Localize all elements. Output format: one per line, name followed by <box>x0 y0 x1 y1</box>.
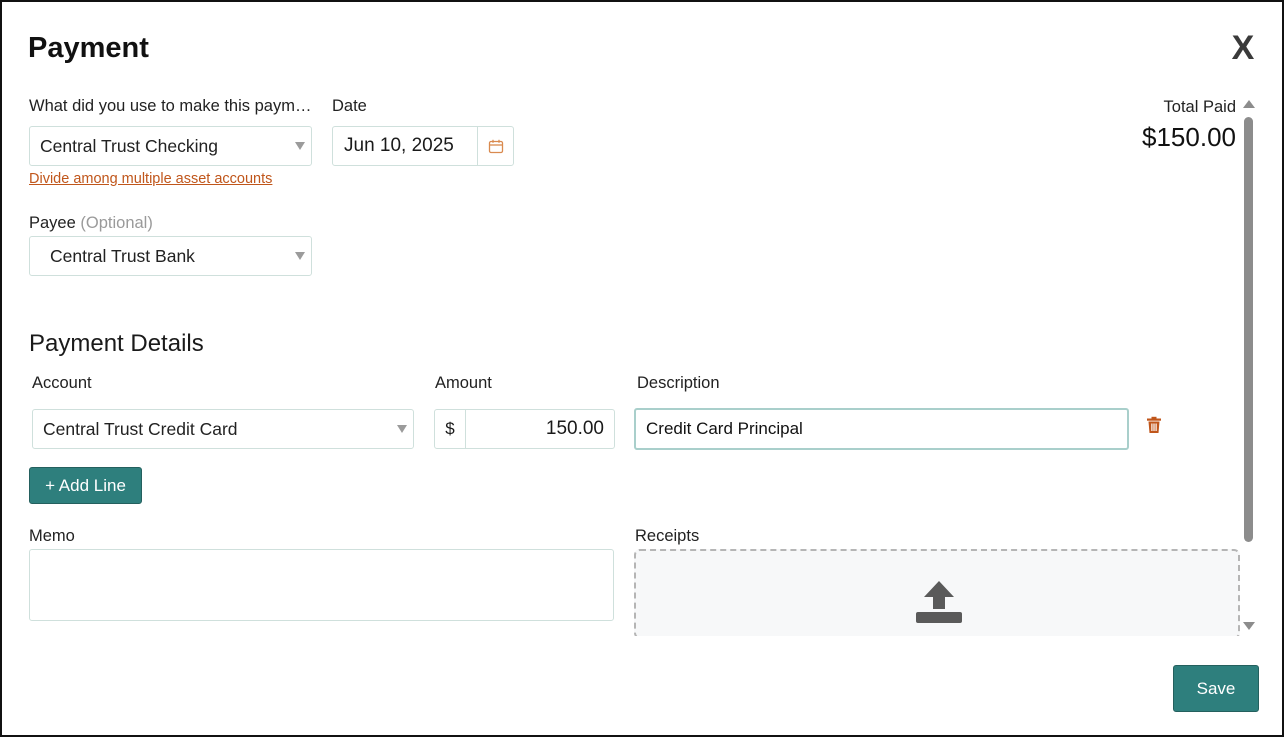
date-label: Date <box>332 97 367 115</box>
line-description-input[interactable]: Credit Card Principal <box>634 408 1129 450</box>
chevron-down-icon <box>397 425 407 433</box>
payee-label-text: Payee <box>29 214 76 232</box>
payment-details-title: Payment Details <box>29 330 204 357</box>
scrollbar-thumb[interactable] <box>1244 117 1253 542</box>
payment-dialog: Payment X What did you use to make this … <box>0 0 1284 737</box>
memo-label: Memo <box>29 527 75 545</box>
receipts-dropzone[interactable] <box>634 549 1240 639</box>
dialog-title: Payment <box>28 32 149 64</box>
date-value: Jun 10, 2025 <box>344 135 454 156</box>
chevron-down-icon <box>295 142 305 150</box>
line-account-select[interactable]: Central Trust Credit Card <box>32 409 414 449</box>
date-field[interactable]: Jun 10, 2025 <box>332 126 514 166</box>
line-amount-field[interactable]: $ 150.00 <box>434 409 615 449</box>
payee-optional-text: (Optional) <box>80 214 153 232</box>
currency-symbol: $ <box>435 410 466 448</box>
scroll-up-icon[interactable] <box>1243 100 1255 108</box>
close-icon[interactable]: X <box>1226 30 1260 66</box>
total-paid-value: $150.00 <box>1142 122 1236 152</box>
source-account-value: Central Trust Checking <box>40 135 218 156</box>
total-paid-label: Total Paid <box>1163 98 1236 116</box>
divide-accounts-link[interactable]: Divide among multiple asset accounts <box>29 171 272 187</box>
upload-icon <box>915 580 963 624</box>
amount-column-header: Amount <box>435 374 492 392</box>
payee-select[interactable]: Central Trust Bank <box>29 236 312 276</box>
scroll-clip <box>622 636 1262 648</box>
memo-textarea[interactable] <box>29 549 614 621</box>
payee-label: Payee (Optional) <box>29 214 153 233</box>
trash-icon[interactable] <box>1145 416 1163 434</box>
calendar-icon[interactable] <box>477 127 513 165</box>
scrollbar[interactable] <box>1240 97 1258 637</box>
payee-value: Central Trust Bank <box>50 245 195 266</box>
source-account-select[interactable]: Central Trust Checking <box>29 126 312 166</box>
save-button[interactable]: Save <box>1173 665 1259 712</box>
receipts-label: Receipts <box>635 527 700 545</box>
line-amount-value[interactable]: 150.00 <box>466 410 614 448</box>
line-account-value: Central Trust Credit Card <box>43 418 238 439</box>
chevron-down-icon <box>295 252 305 260</box>
scroll-down-icon[interactable] <box>1243 622 1255 630</box>
account-column-header: Account <box>32 374 92 392</box>
source-account-label: What did you use to make this paym… <box>29 97 312 115</box>
add-line-button[interactable]: + Add Line <box>29 467 142 504</box>
description-column-header: Description <box>637 374 720 392</box>
